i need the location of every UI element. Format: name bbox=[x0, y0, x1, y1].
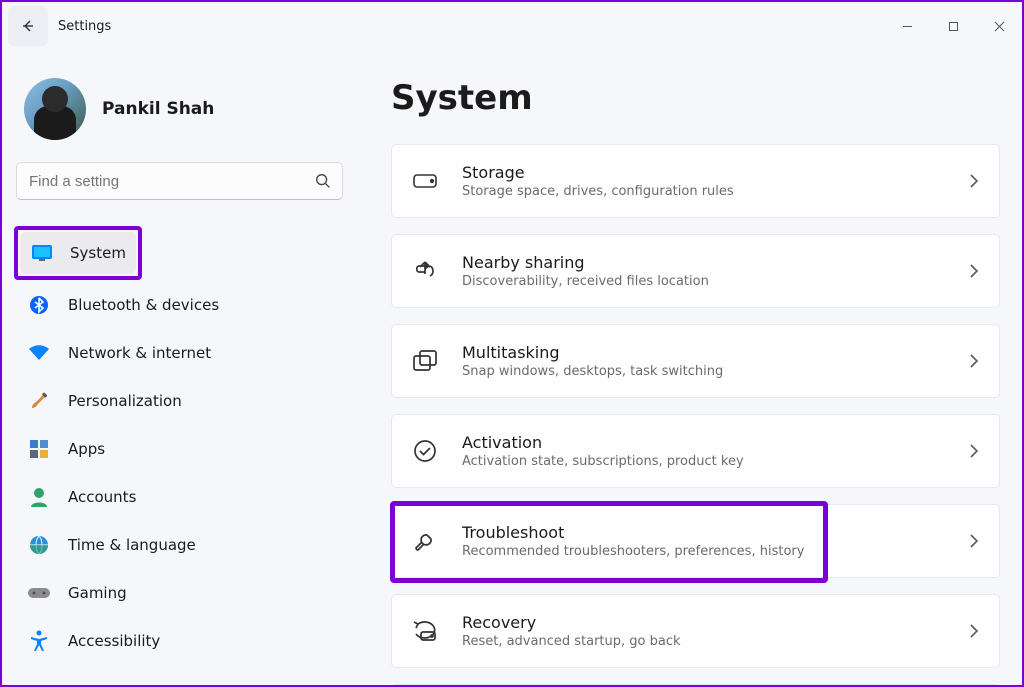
close-button[interactable] bbox=[976, 10, 1022, 42]
minimize-icon bbox=[902, 21, 913, 32]
card-storage[interactable]: Storage Storage space, drives, configura… bbox=[391, 144, 1000, 218]
card-title: Troubleshoot bbox=[462, 523, 969, 542]
accessibility-icon bbox=[28, 630, 50, 652]
chevron-right-icon bbox=[969, 533, 979, 549]
sidebar-item-gaming[interactable]: Gaming bbox=[16, 572, 343, 614]
sidebar: Pankil Shah System Bluetoo bbox=[2, 50, 357, 685]
sidebar-item-label: Apps bbox=[68, 440, 105, 458]
system-icon bbox=[32, 242, 52, 264]
card-nearby-sharing[interactable]: Nearby sharing Discoverability, received… bbox=[391, 234, 1000, 308]
maximize-icon bbox=[948, 21, 959, 32]
sidebar-item-label: System bbox=[70, 244, 126, 262]
wifi-icon bbox=[28, 342, 50, 364]
minimize-button[interactable] bbox=[884, 10, 930, 42]
sidebar-item-label: Bluetooth & devices bbox=[68, 296, 219, 314]
chevron-right-icon bbox=[969, 443, 979, 459]
card-title: Activation bbox=[462, 433, 969, 452]
globe-icon bbox=[28, 534, 50, 556]
settings-cards: Storage Storage space, drives, configura… bbox=[391, 144, 1000, 685]
checkmark-circle-icon bbox=[410, 436, 440, 466]
sidebar-item-time-language[interactable]: Time & language bbox=[16, 524, 343, 566]
card-title: Nearby sharing bbox=[462, 253, 969, 272]
sidebar-item-label: Accounts bbox=[68, 488, 136, 506]
profile-name: Pankil Shah bbox=[102, 99, 214, 119]
card-desc: Recommended troubleshooters, preferences… bbox=[462, 544, 969, 559]
search-input[interactable] bbox=[29, 173, 314, 190]
card-projecting[interactable]: Projecting to this PC bbox=[391, 684, 1000, 685]
sidebar-item-label: Gaming bbox=[68, 584, 127, 602]
sidebar-nav: System Bluetooth & devices Network & int… bbox=[16, 228, 343, 668]
gaming-icon bbox=[28, 582, 50, 604]
search-icon bbox=[314, 172, 332, 190]
close-icon bbox=[994, 21, 1005, 32]
titlebar: Settings bbox=[2, 2, 1022, 50]
card-desc: Discoverability, received files location bbox=[462, 274, 969, 289]
sidebar-item-personalization[interactable]: Personalization bbox=[16, 380, 343, 422]
card-title: Recovery bbox=[462, 613, 969, 632]
card-desc: Storage space, drives, configuration rul… bbox=[462, 184, 969, 199]
page-title: System bbox=[391, 78, 1000, 118]
sidebar-item-label: Accessibility bbox=[68, 632, 160, 650]
sidebar-item-label: Personalization bbox=[68, 392, 182, 410]
window-title: Settings bbox=[58, 19, 111, 34]
card-title: Storage bbox=[462, 163, 969, 182]
recovery-icon bbox=[410, 616, 440, 646]
card-desc: Activation state, subscriptions, product… bbox=[462, 454, 969, 469]
chevron-right-icon bbox=[969, 623, 979, 639]
sidebar-item-accessibility[interactable]: Accessibility bbox=[16, 620, 343, 662]
avatar bbox=[24, 78, 86, 140]
sidebar-item-system[interactable]: System bbox=[20, 232, 136, 274]
maximize-button[interactable] bbox=[930, 10, 976, 42]
chevron-right-icon bbox=[969, 173, 979, 189]
wrench-icon bbox=[410, 526, 440, 556]
apps-icon bbox=[28, 438, 50, 460]
sidebar-item-label: Network & internet bbox=[68, 344, 211, 362]
highlight-system: System bbox=[14, 226, 142, 280]
back-button[interactable] bbox=[8, 6, 48, 46]
bluetooth-icon bbox=[28, 294, 50, 316]
sidebar-item-network[interactable]: Network & internet bbox=[16, 332, 343, 374]
window-controls bbox=[884, 10, 1022, 42]
card-desc: Snap windows, desktops, task switching bbox=[462, 364, 969, 379]
card-activation[interactable]: Activation Activation state, subscriptio… bbox=[391, 414, 1000, 488]
sidebar-item-accounts[interactable]: Accounts bbox=[16, 476, 343, 518]
card-desc: Reset, advanced startup, go back bbox=[462, 634, 969, 649]
profile-block[interactable]: Pankil Shah bbox=[24, 78, 343, 140]
share-icon bbox=[410, 256, 440, 286]
card-multitasking[interactable]: Multitasking Snap windows, desktops, tas… bbox=[391, 324, 1000, 398]
search-box[interactable] bbox=[16, 162, 343, 200]
storage-icon bbox=[410, 166, 440, 196]
multitasking-icon bbox=[410, 346, 440, 376]
chevron-right-icon bbox=[969, 353, 979, 369]
sidebar-item-apps[interactable]: Apps bbox=[16, 428, 343, 470]
sidebar-item-bluetooth[interactable]: Bluetooth & devices bbox=[16, 284, 343, 326]
main-panel: System Storage Storage space, drives, co… bbox=[357, 50, 1022, 685]
back-arrow-icon bbox=[20, 18, 36, 34]
brush-icon bbox=[28, 390, 50, 412]
card-recovery[interactable]: Recovery Reset, advanced startup, go bac… bbox=[391, 594, 1000, 668]
card-title: Multitasking bbox=[462, 343, 969, 362]
sidebar-item-label: Time & language bbox=[68, 536, 196, 554]
chevron-right-icon bbox=[969, 263, 979, 279]
person-icon bbox=[28, 486, 50, 508]
card-troubleshoot[interactable]: Troubleshoot Recommended troubleshooters… bbox=[391, 504, 1000, 578]
